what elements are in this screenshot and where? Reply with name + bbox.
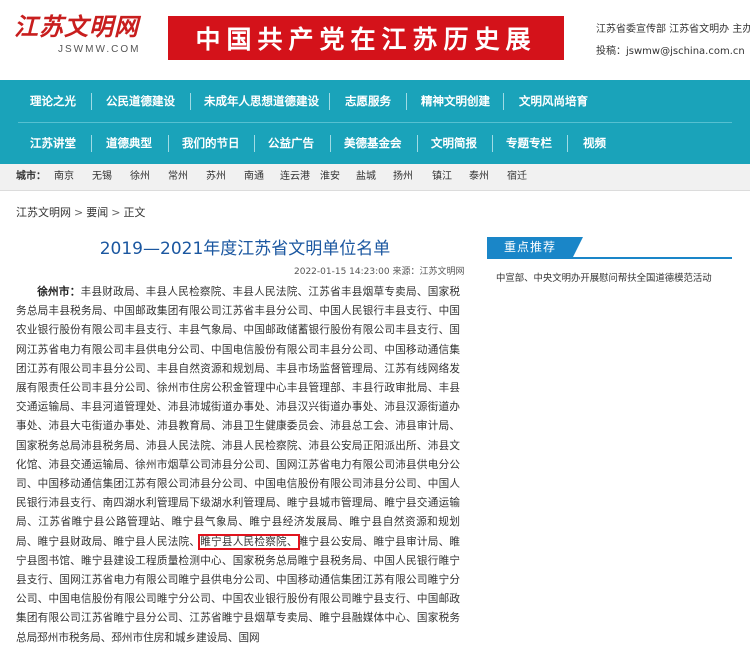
logo-url-text: JSWMW.COM: [58, 44, 141, 55]
city-link-lianyungang[interactable]: 连云港: [280, 164, 310, 190]
city-bar: 城市： 南京 无锡 徐州 常州 苏州 南通 连云港 淮安 盐城 扬州 镇江 泰州…: [0, 164, 750, 191]
nav-row-1: 理论之光 公民道德建设 未成年人思想道德建设 志愿服务 精神文明创建 文明风尚培…: [0, 81, 750, 122]
nav-item-minors[interactable]: 未成年人思想道德建设: [204, 81, 319, 122]
breadcrumb: 江苏文明网 > 要闻 > 正文: [16, 204, 145, 220]
article-body: 徐州市：丰县财政局、丰县人民检察院、丰县人民法院、江苏省丰县烟草专卖局、国家税务…: [16, 283, 460, 654]
main-nav: 理论之光 公民道德建设 未成年人思想道德建设 志愿服务 精神文明创建 文明风尚培…: [0, 80, 750, 164]
city-link-changzhou[interactable]: 常州: [168, 164, 188, 190]
nav-item-theory[interactable]: 理论之光: [30, 81, 76, 122]
city-heading: 徐州市：: [37, 286, 81, 298]
city-link-suqian[interactable]: 宿迁: [507, 164, 527, 190]
nav-item-briefs[interactable]: 文明简报: [431, 123, 477, 164]
nav-divider: [417, 135, 418, 152]
breadcrumb-separator: >: [111, 206, 121, 219]
nav-divider: [503, 93, 504, 110]
nav-item-volunteer[interactable]: 志愿服务: [345, 81, 391, 122]
nav-item-topics[interactable]: 专题专栏: [506, 123, 552, 164]
featured-link[interactable]: 中宣部、中央文明办开展慰问帮扶全国道德模范活动: [496, 270, 712, 284]
nav-item-psa[interactable]: 公益广告: [268, 123, 314, 164]
nav-item-lecture[interactable]: 江苏讲堂: [30, 123, 76, 164]
banner-text: 中国共产党在江苏历史展: [195, 25, 537, 54]
history-exhibition-banner[interactable]: 中国共产党在江苏历史展: [168, 16, 564, 60]
article-text-after: 睢宁县公安局、睢宁县审计局、睢宁县图书馆、睢宁县建设工程质量检测中心、国家税务总…: [16, 535, 460, 644]
city-link-yancheng[interactable]: 盐城: [356, 164, 376, 190]
breadcrumb-news[interactable]: 要闻: [86, 206, 108, 219]
nav-item-custom[interactable]: 文明风尚培育: [519, 81, 588, 122]
nav-row-2: 江苏讲堂 道德典型 我们的节日 公益广告 美德基金会 文明简报 专题专栏 视频: [0, 123, 750, 164]
city-link-taizhou[interactable]: 泰州: [469, 164, 489, 190]
city-link-huaian[interactable]: 淮安: [320, 164, 340, 190]
city-link-wuxi[interactable]: 无锡: [92, 164, 112, 190]
nav-divider: [91, 135, 92, 152]
featured-tab: 重点推荐: [487, 237, 583, 257]
nav-divider: [567, 135, 568, 152]
city-link-xuzhou[interactable]: 徐州: [130, 164, 150, 190]
organizers-text: 江苏省委宣传部 江苏省文明办 主办: [596, 24, 750, 35]
contact-email[interactable]: 投稿：jswmw@jschina.com.cn: [596, 42, 750, 57]
breadcrumb-separator: >: [74, 206, 84, 219]
article-text-before: 丰县财政局、丰县人民检察院、丰县人民法院、江苏省丰县烟草专卖局、国家税务总局丰县…: [16, 286, 460, 548]
article-meta: 2022-01-15 14:23:00 来源：江苏文明网: [294, 267, 465, 277]
city-link-zhenjiang[interactable]: 镇江: [432, 164, 452, 190]
site-logo[interactable]: 江苏文明网 JSWMW.COM: [14, 10, 154, 72]
nav-item-video[interactable]: 视频: [583, 123, 606, 164]
nav-item-festivals[interactable]: 我们的节日: [182, 123, 240, 164]
nav-item-virtue-fund[interactable]: 美德基金会: [344, 123, 402, 164]
city-link-suzhou[interactable]: 苏州: [206, 164, 226, 190]
nav-divider: [168, 135, 169, 152]
city-link-nantong[interactable]: 南通: [244, 164, 264, 190]
site-header: 江苏文明网 JSWMW.COM 中国共产党在江苏历史展 江苏省委宣传部 江苏省文…: [0, 0, 750, 80]
nav-divider: [329, 93, 330, 110]
sidebar-header: 重点推荐: [487, 237, 732, 259]
city-link-yangzhou[interactable]: 扬州: [393, 164, 413, 190]
nav-item-role-models[interactable]: 道德典型: [106, 123, 152, 164]
article-title: 2019—2021年度江苏省文明单位名单: [99, 239, 391, 259]
breadcrumb-home[interactable]: 江苏文明网: [16, 206, 71, 219]
nav-divider: [254, 135, 255, 152]
nav-divider: [330, 135, 331, 152]
nav-divider: [406, 93, 407, 110]
nav-divider: [492, 135, 493, 152]
nav-item-civilization[interactable]: 精神文明创建: [421, 81, 490, 122]
city-link-nanjing[interactable]: 南京: [54, 164, 74, 190]
logo-text: 江苏文明网: [14, 12, 139, 41]
nav-item-civic-ethics[interactable]: 公民道德建设: [106, 81, 175, 122]
breadcrumb-current: 正文: [123, 206, 146, 219]
header-info: 江苏省委宣传部 江苏省文明办 主办 投稿：jswmw@jschina.com.c…: [596, 20, 750, 57]
highlighted-unit: 睢宁县人民检察院、: [198, 533, 300, 550]
nav-divider: [91, 93, 92, 110]
nav-divider: [190, 93, 191, 110]
city-label: 城市：: [16, 171, 46, 182]
